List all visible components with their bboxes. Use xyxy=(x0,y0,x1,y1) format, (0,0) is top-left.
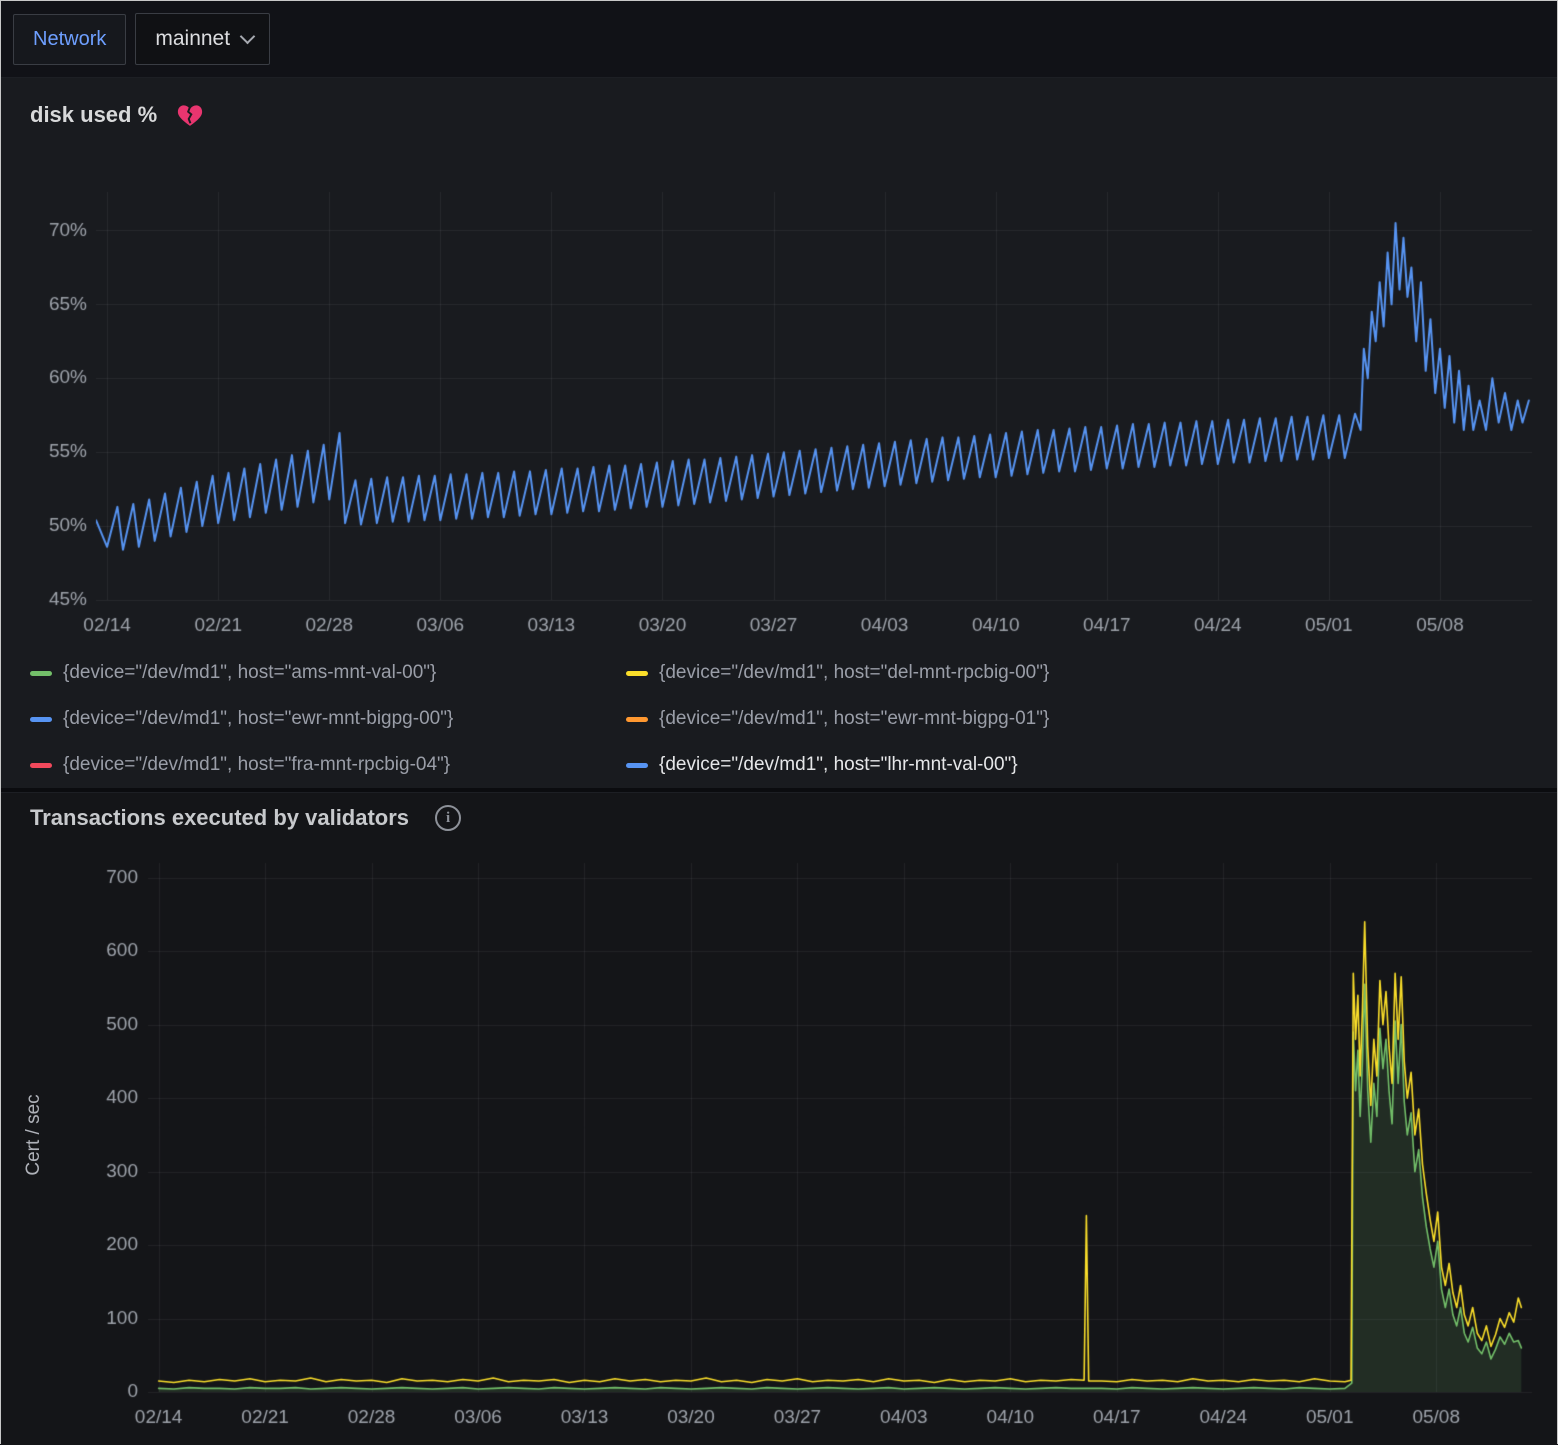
legend-color-marker xyxy=(626,717,648,722)
legend-item[interactable]: {device="/dev/md1", host="ams-mnt-val-00… xyxy=(30,660,626,686)
legend-item[interactable]: {device="/dev/md1", host="lhr-mnt-val-00… xyxy=(626,752,1542,778)
panel-title[interactable]: disk used % xyxy=(30,102,157,128)
disk-used-panel: disk used % {device="/dev/md1", host="am… xyxy=(1,77,1557,788)
transactions-panel: Transactions executed by validators i Ce… xyxy=(1,792,1557,1445)
legend-item-label: {device="/dev/md1", host="ewr-mnt-bigpg-… xyxy=(659,708,1049,730)
info-icon[interactable]: i xyxy=(435,805,461,831)
disk-used-panel-header: disk used % xyxy=(16,78,1542,152)
transactions-chart[interactable] xyxy=(16,843,1542,1445)
alert-broken-heart-icon[interactable] xyxy=(177,103,203,127)
chart-legend: {device="/dev/md1", host="ams-mnt-val-00… xyxy=(16,652,1542,778)
chevron-down-icon xyxy=(240,29,256,45)
transactions-panel-header: Transactions executed by validators i xyxy=(16,793,1542,843)
legend-item-label: {device="/dev/md1", host="ams-mnt-val-00… xyxy=(63,662,436,684)
legend-item-label: {device="/dev/md1", host="ewr-mnt-bigpg-… xyxy=(63,708,453,730)
legend-color-marker xyxy=(30,763,52,768)
disk-used-chart[interactable] xyxy=(16,152,1542,652)
network-variable-label: Network xyxy=(13,14,126,65)
network-variable-value: mainnet xyxy=(155,27,230,51)
variables-bar: Network mainnet xyxy=(1,1,1557,77)
legend-item[interactable]: {device="/dev/md1", host="ewr-mnt-bigpg-… xyxy=(30,706,626,732)
legend-color-marker xyxy=(30,717,52,722)
legend-item[interactable]: {device="/dev/md1", host="del-mnt-rpcbig… xyxy=(626,660,1542,686)
legend-item[interactable]: {device="/dev/md1", host="fra-mnt-rpcbig… xyxy=(30,752,626,778)
legend-item-label: {device="/dev/md1", host="del-mnt-rpcbig… xyxy=(659,662,1049,684)
legend-color-marker xyxy=(30,671,52,676)
legend-item-label: {device="/dev/md1", host="fra-mnt-rpcbig… xyxy=(63,754,450,776)
legend-color-marker xyxy=(626,671,648,676)
y-axis-label: Cert / sec xyxy=(23,1035,45,1235)
network-variable-select[interactable]: mainnet xyxy=(135,13,270,65)
legend-item-label: {device="/dev/md1", host="lhr-mnt-val-00… xyxy=(659,754,1018,776)
panel-title[interactable]: Transactions executed by validators xyxy=(30,805,409,831)
legend-item[interactable]: {device="/dev/md1", host="ewr-mnt-bigpg-… xyxy=(626,706,1542,732)
legend-color-marker xyxy=(626,763,648,768)
